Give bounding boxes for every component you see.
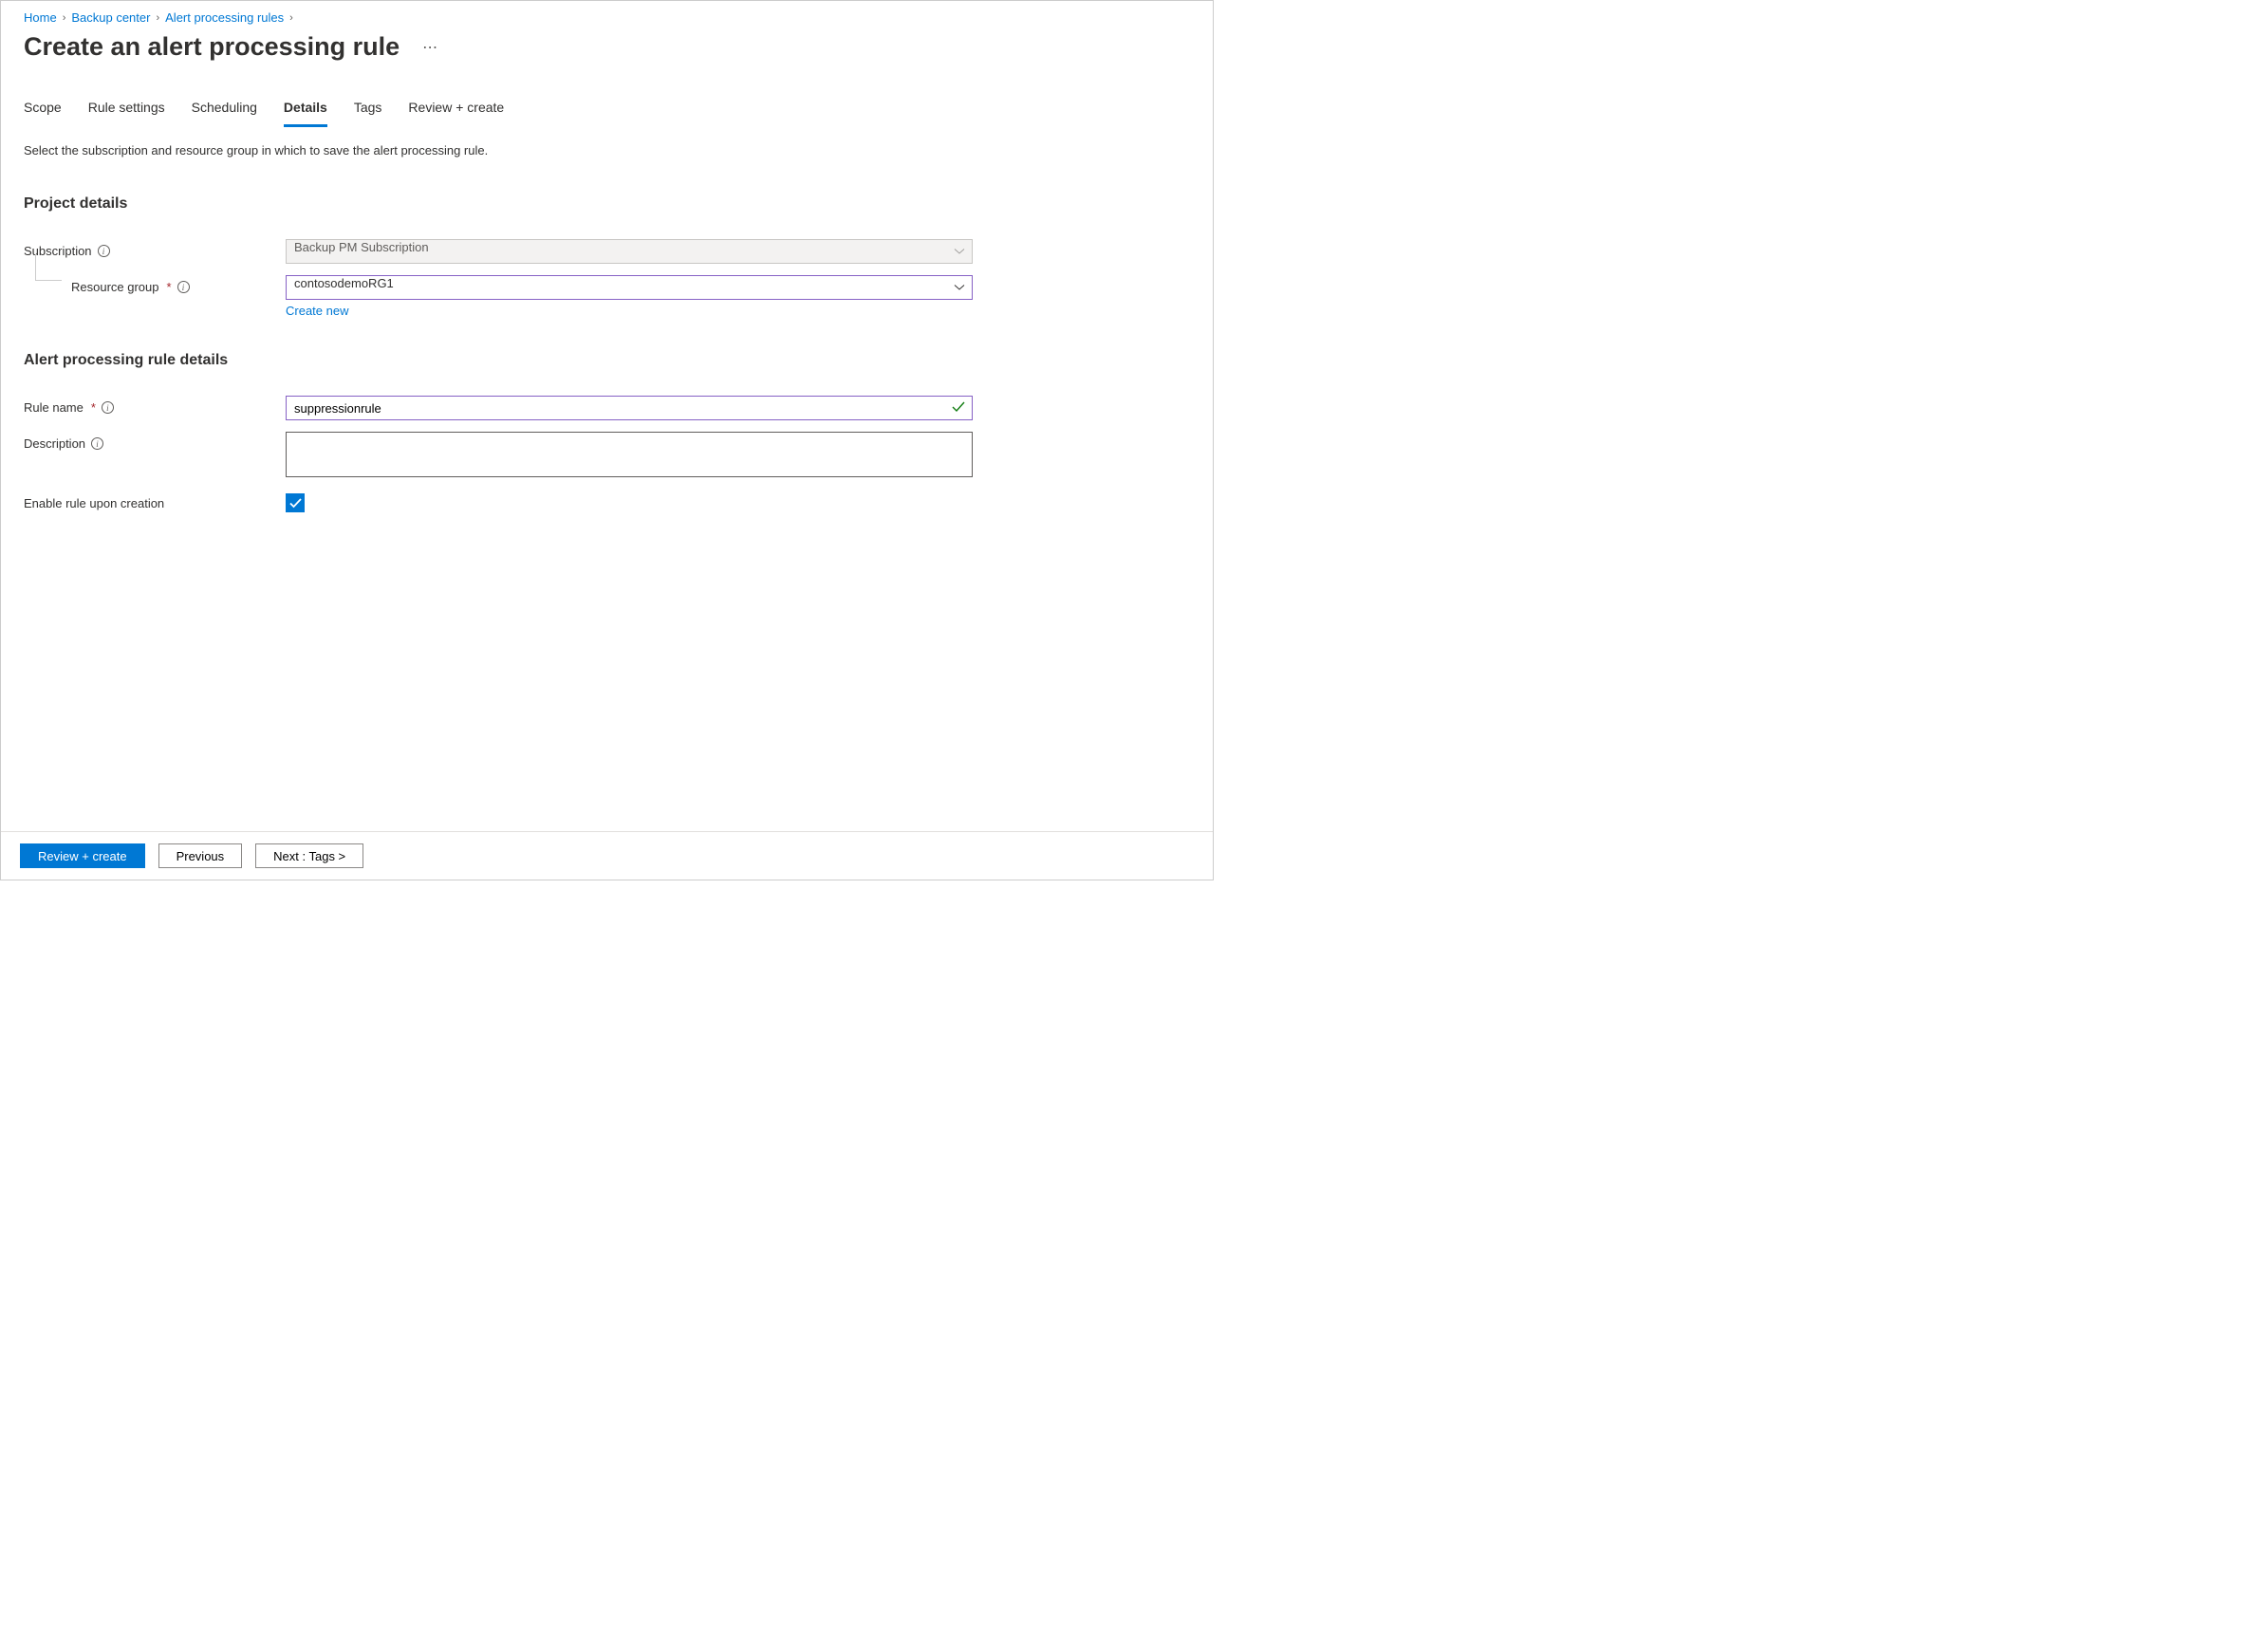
breadcrumb: Home › Backup center › Alert processing … bbox=[24, 10, 1190, 25]
check-icon bbox=[952, 400, 965, 416]
footer: Review + create Previous Next : Tags > bbox=[1, 831, 1213, 880]
info-icon[interactable]: i bbox=[177, 281, 190, 293]
section-heading-rule-details: Alert processing rule details bbox=[24, 352, 1190, 369]
tab-scope[interactable]: Scope bbox=[24, 100, 62, 127]
enable-rule-checkbox[interactable] bbox=[286, 493, 305, 512]
breadcrumb-backup-center[interactable]: Backup center bbox=[71, 10, 150, 25]
page-title: Create an alert processing rule bbox=[24, 32, 400, 62]
tabs: Scope Rule settings Scheduling Details T… bbox=[24, 100, 1190, 128]
enable-rule-label: Enable rule upon creation bbox=[24, 496, 164, 510]
more-icon[interactable]: ⋯ bbox=[422, 38, 437, 57]
rule-name-input[interactable] bbox=[286, 396, 973, 420]
description-input[interactable] bbox=[286, 432, 973, 477]
create-new-link[interactable]: Create new bbox=[286, 304, 348, 318]
info-icon[interactable]: i bbox=[98, 245, 110, 257]
breadcrumb-alert-processing-rules[interactable]: Alert processing rules bbox=[165, 10, 284, 25]
review-create-button[interactable]: Review + create bbox=[20, 843, 145, 868]
tab-scheduling[interactable]: Scheduling bbox=[192, 100, 257, 127]
info-icon[interactable]: i bbox=[102, 401, 114, 414]
tab-tags[interactable]: Tags bbox=[354, 100, 382, 127]
tab-rule-settings[interactable]: Rule settings bbox=[88, 100, 165, 127]
tab-review-create[interactable]: Review + create bbox=[408, 100, 504, 127]
chevron-right-icon: › bbox=[289, 12, 293, 24]
tree-connector-icon bbox=[35, 254, 62, 281]
resource-group-label: Resource group bbox=[71, 280, 159, 294]
tab-details[interactable]: Details bbox=[284, 100, 327, 127]
resource-group-select[interactable]: contosodemoRG1 bbox=[286, 275, 973, 300]
subscription-select: Backup PM Subscription bbox=[286, 239, 973, 264]
breadcrumb-home[interactable]: Home bbox=[24, 10, 57, 25]
chevron-right-icon: › bbox=[156, 12, 159, 24]
info-icon[interactable]: i bbox=[91, 437, 103, 450]
chevron-right-icon: › bbox=[63, 12, 66, 24]
section-heading-project-details: Project details bbox=[24, 195, 1190, 213]
description-label: Description bbox=[24, 436, 85, 451]
tab-description: Select the subscription and resource gro… bbox=[24, 143, 1190, 157]
previous-button[interactable]: Previous bbox=[158, 843, 243, 868]
required-indicator: * bbox=[91, 400, 96, 415]
required-indicator: * bbox=[167, 280, 172, 294]
rule-name-label: Rule name bbox=[24, 400, 84, 415]
next-tags-button[interactable]: Next : Tags > bbox=[255, 843, 363, 868]
